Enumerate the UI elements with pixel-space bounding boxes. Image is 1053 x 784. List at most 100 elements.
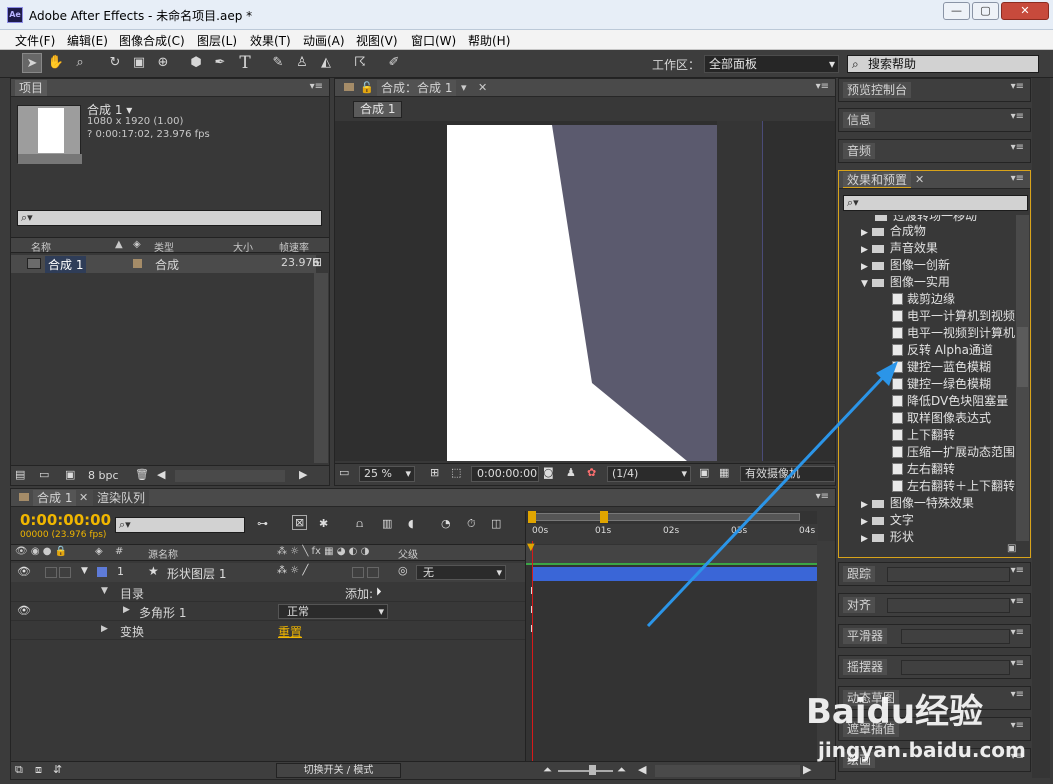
effect-item[interactable]: 压缩一扩展动态范围 <box>892 444 1015 461</box>
brush-icon[interactable]: ✎ <box>268 53 288 73</box>
expand-arrow-icon[interactable]: ▶ <box>861 245 868 255</box>
trash-icon[interactable]: 🗑 <box>135 468 149 481</box>
solo-switch[interactable] <box>59 567 71 578</box>
scroll-right-icon[interactable]: ▶ <box>803 763 811 776</box>
effects-scrollbar[interactable] <box>1016 215 1029 541</box>
tab-composition[interactable]: 合成：合成 1 <box>377 80 457 96</box>
layer-label-color[interactable] <box>97 567 107 577</box>
scrollbar-thumb[interactable] <box>1017 327 1028 387</box>
tree-folder[interactable]: ▶ 合成物 <box>861 223 926 240</box>
col-type[interactable]: 类型 <box>154 239 174 254</box>
zoom-slider-thumb[interactable] <box>589 765 596 775</box>
effect-item[interactable]: 左右翻转＋上下翻转 <box>892 478 1015 495</box>
close-tab-icon[interactable]: ✕ <box>478 81 487 94</box>
panel-menu-icon[interactable]: ▾≡ <box>1011 689 1024 700</box>
col-source-name[interactable]: 源名称 <box>148 546 178 561</box>
scroll-left-icon[interactable]: ◀ <box>157 468 165 481</box>
menu-window[interactable]: 窗口(W) <box>411 32 456 49</box>
polygon-label[interactable]: 多角形 1 <box>139 604 186 621</box>
restore-icon[interactable]: ▢ <box>972 2 999 20</box>
playhead-handle[interactable]: ▼ <box>527 542 535 553</box>
workspace-select[interactable]: 全部面板 ▾ <box>704 55 839 73</box>
expand-arrow-icon[interactable]: ▶ <box>123 605 130 615</box>
expand-modes-icon[interactable]: ⧈ <box>35 763 42 777</box>
tree-folder[interactable]: ▶ 声音效果 <box>861 240 938 257</box>
puppet-icon[interactable]: ☈ <box>350 53 370 73</box>
motion-blur-icon[interactable]: ◖ <box>408 517 414 530</box>
parent-select[interactable]: 无 ▾ <box>416 565 506 580</box>
expand-in-out-icon[interactable]: ⇵ <box>53 763 62 776</box>
minimize-icon[interactable]: — <box>943 2 970 20</box>
layer-row[interactable]: 👁 ▼ 1 ★ 形状图层 1 ⁂ ☼ ╱ ◎ 无 ▾ <box>11 563 525 582</box>
selection-icon[interactable]: ➤ <box>22 53 42 73</box>
horizontal-scrollbar[interactable] <box>175 470 285 482</box>
show-snapshot-icon[interactable]: ♟ <box>566 466 576 479</box>
tab-audio[interactable]: 音频 <box>843 143 876 159</box>
panel-menu-icon[interactable]: ▾≡ <box>816 81 829 92</box>
resolution-select[interactable]: (1/4) ▾ <box>607 466 691 482</box>
close-tab-icon[interactable]: ✕ <box>915 173 924 186</box>
project-search-input[interactable]: ⌕▾ <box>17 210 322 226</box>
camera-select[interactable]: 有效摄像机 <box>740 466 835 482</box>
effect-item[interactable]: 降低DV色块阻塞量 <box>892 393 1008 410</box>
close-icon[interactable]: ✕ <box>1001 2 1049 20</box>
label-tag-icon[interactable]: ◈ <box>133 239 141 250</box>
hand-icon[interactable]: ✋ <box>46 53 66 73</box>
visibility-eye-icon[interactable]: 👁 <box>17 565 31 578</box>
tab-smoother[interactable]: 平滑器 <box>843 628 888 644</box>
frame-icon[interactable]: ⊞ <box>430 466 439 479</box>
tab-tracker[interactable]: 跟踪 <box>843 566 876 582</box>
scroll-left-icon[interactable]: ◀ <box>638 763 646 776</box>
zoom-select[interactable]: 25 % ▾ <box>359 466 415 482</box>
expand-layer-switches-icon[interactable]: ⧉ <box>15 763 23 777</box>
polygon-row[interactable]: 👁 ▶ 多角形 1 正常 ▾ <box>11 602 525 621</box>
frame-blend-icon[interactable]: ▥ <box>382 517 392 530</box>
col-name[interactable]: 名称 <box>31 239 51 254</box>
snapshot-icon[interactable]: ◙ <box>543 466 554 479</box>
tab-info[interactable]: 信息 <box>843 112 876 128</box>
effect-item[interactable]: 左右翻转 <box>892 461 955 478</box>
contents-row[interactable]: ▼ 目录 添加: ⏵ <box>11 583 525 602</box>
eraser-icon[interactable]: ◭ <box>316 53 336 73</box>
lock-icon[interactable]: 🔓 <box>360 81 374 94</box>
pan-behind-icon[interactable]: ⊕ <box>153 53 173 73</box>
hide-shy-icon[interactable]: ⩍ <box>356 517 363 531</box>
clone-stamp-icon[interactable]: ♙ <box>292 53 312 73</box>
tab-preview[interactable]: 预览控制台 <box>843 82 912 98</box>
collapse-arrow-icon[interactable]: ▼ <box>101 586 108 596</box>
help-search-input[interactable]: ⌕ 搜索帮助 <box>847 55 1039 73</box>
shape-icon[interactable]: ⬢ <box>186 53 206 73</box>
zoom-in-icon[interactable]: ⏶ <box>617 763 626 777</box>
menu-view[interactable]: 视图(V) <box>356 32 398 49</box>
playhead-line[interactable] <box>532 541 533 761</box>
panel-menu-icon[interactable]: ▾≡ <box>1011 720 1024 731</box>
zoom-out-icon[interactable]: ⏶ <box>543 763 552 777</box>
menu-edit[interactable]: 编辑(E) <box>67 32 108 49</box>
panel-menu-icon[interactable]: ▾≡ <box>1011 111 1024 122</box>
project-scrollbar[interactable] <box>314 273 328 463</box>
region-icon[interactable]: ▣ <box>699 466 709 479</box>
tab-project[interactable]: 项目 <box>15 80 48 96</box>
3d-switch[interactable] <box>352 567 364 578</box>
toggle-switches-modes-button[interactable]: 切换开关 / 模式 <box>276 763 401 778</box>
zoom-slider[interactable] <box>558 770 613 772</box>
layer-duration-bar[interactable] <box>532 567 818 581</box>
effects-search-input[interactable]: ⌕▾ <box>843 195 1028 211</box>
text-icon[interactable]: T <box>235 53 255 73</box>
new-folder-icon[interactable]: ▭ <box>39 468 49 481</box>
flowchart-icon[interactable]: ⊞ <box>312 255 322 269</box>
draft-3d-icon[interactable]: ✱ <box>319 517 328 530</box>
nav-end-handle[interactable] <box>600 511 608 523</box>
camera-icon[interactable]: ▣ <box>129 53 149 73</box>
col-size[interactable]: 大小 <box>233 239 253 254</box>
grid-icon[interactable]: ▦ <box>719 466 729 479</box>
tree-folder-expanded[interactable]: ▼ 图像一实用 <box>861 274 950 291</box>
graph-editor-icon[interactable]: ◫ <box>491 517 501 530</box>
scroll-right-icon[interactable]: ▶ <box>299 468 307 481</box>
menu-layer[interactable]: 图层(L) <box>197 32 237 49</box>
comp-subtab[interactable]: 合成 1 <box>353 101 403 118</box>
collapse-arrow-icon[interactable]: ▼ <box>81 566 88 576</box>
time-ruler[interactable]: 00s 01s 02s 03s 04s <box>526 524 818 544</box>
effect-item[interactable]: 上下翻转 <box>892 427 955 444</box>
timeline-search-input[interactable]: ⌕▾ <box>115 517 245 533</box>
